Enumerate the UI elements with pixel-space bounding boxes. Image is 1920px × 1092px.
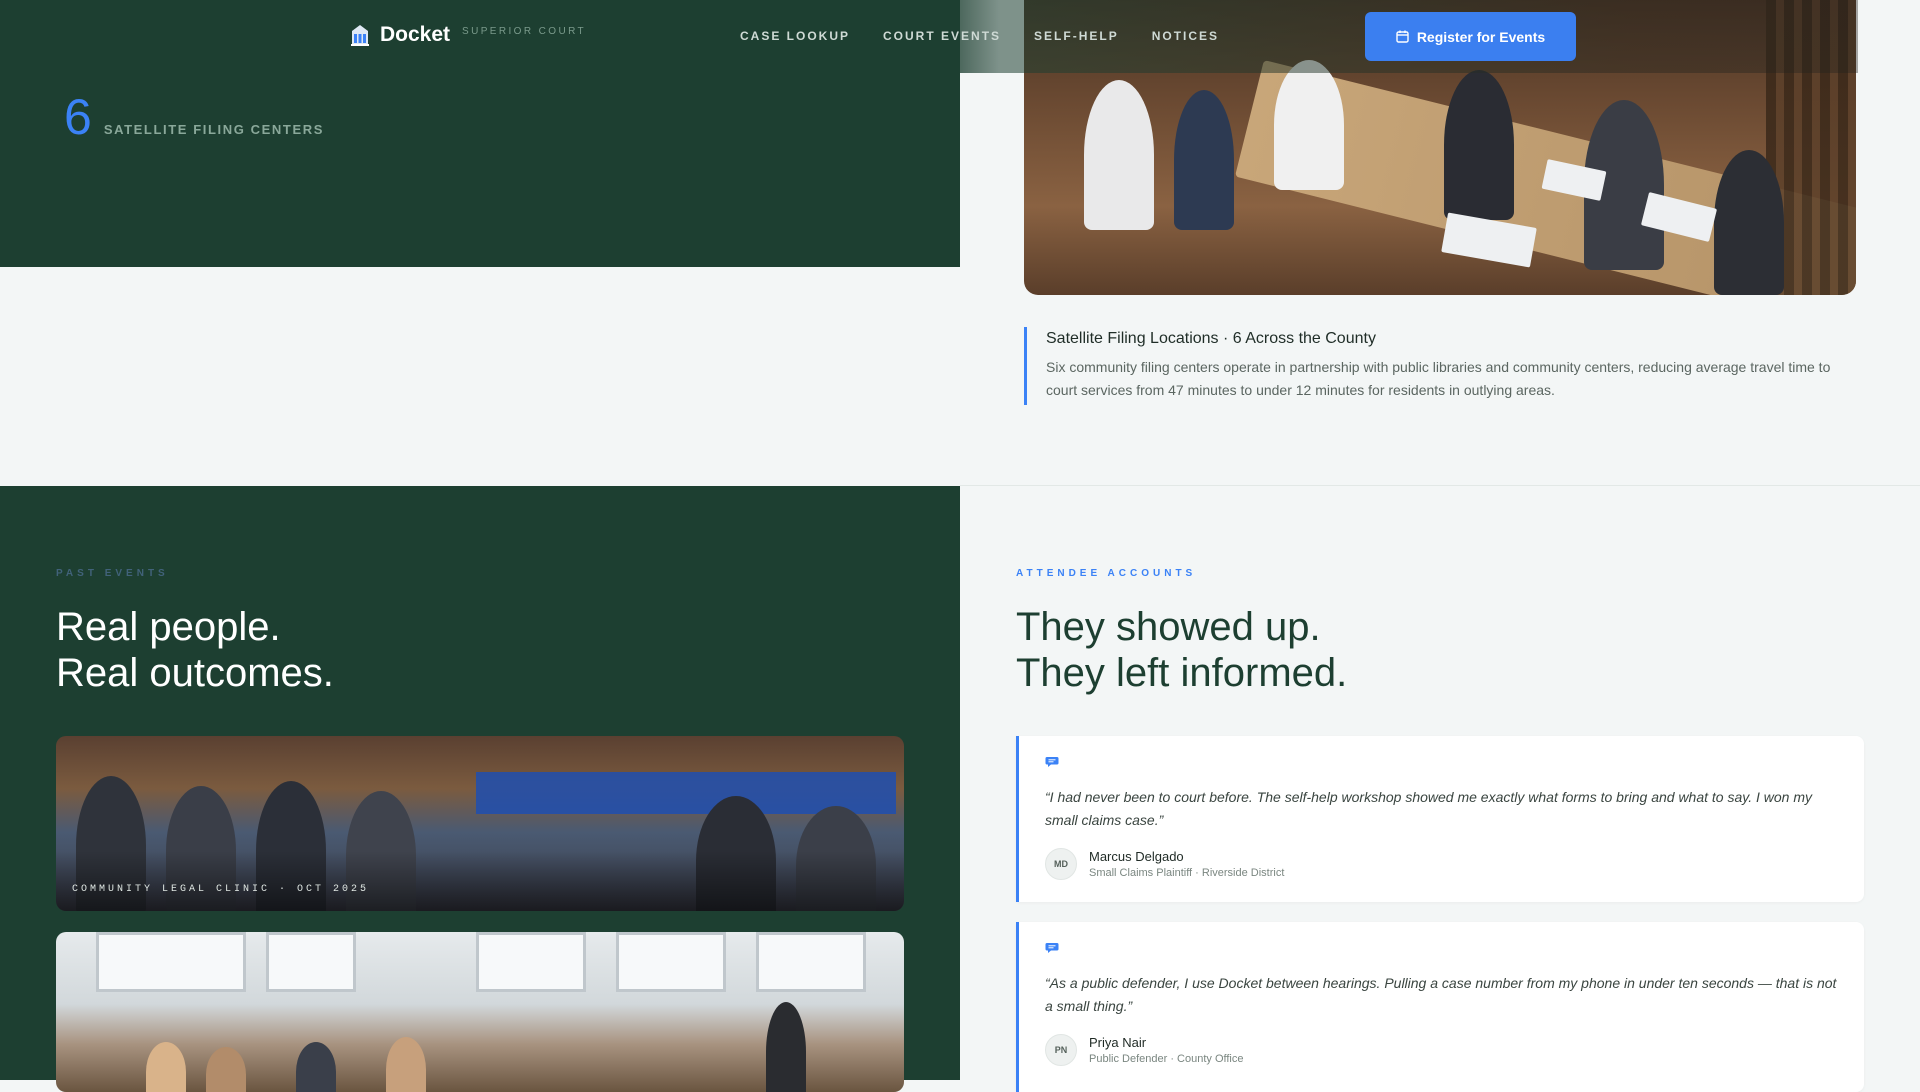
nav-self-help[interactable]: SELF-HELP <box>1034 29 1119 43</box>
past-events-eyebrow: PAST EVENTS <box>56 568 169 579</box>
brand-name: Docket <box>380 23 451 46</box>
author-name: Marcus Delgado <box>1089 849 1184 864</box>
nav-case-lookup[interactable]: CASE LOOKUP <box>740 29 850 43</box>
testimonial-author: PN Priya Nair Public Defender · County O… <box>1045 1034 1243 1066</box>
nav-notices[interactable]: NOTICES <box>1152 29 1219 43</box>
register-events-button[interactable]: Register for Events <box>1365 12 1576 61</box>
caption-title: Satellite Filing Locations · 6 Across th… <box>1046 330 1376 347</box>
avatar: PN <box>1045 1034 1077 1066</box>
stat-number: 6 <box>64 89 92 145</box>
register-label: Register for Events <box>1416 28 1546 45</box>
event-photo-workshop[interactable] <box>56 932 904 1092</box>
testimonial-quote: “I had never been to court before. The s… <box>1045 789 1813 828</box>
testimonial-author: MD Marcus Delgado Small Claims Plaintiff… <box>1045 848 1284 880</box>
attendee-accounts-heading: They showed up. They left informed. <box>1016 605 1348 695</box>
author-role: Small Claims Plaintiff · Riverside Distr… <box>1089 867 1285 879</box>
past-events-heading: Real people. Real outcomes. <box>56 605 334 695</box>
nav-court-events[interactable]: COURT EVENTS <box>883 29 1001 43</box>
courthouse-icon <box>351 25 369 46</box>
event-photo-caption: COMMUNITY LEGAL CLINIC · OCT 2025 <box>72 884 370 895</box>
photo-caption: Satellite Filing Locations · 6 Across th… <box>1024 327 1856 405</box>
stat-label: SATELLITE FILING CENTERS <box>103 122 324 137</box>
top-navbar: Docket SUPERIOR COURT CASE LOOKUP COURT … <box>0 0 1920 73</box>
main-nav: CASE LOOKUP COURT EVENTS SELF-HELP NOTIC… <box>740 29 1219 43</box>
brand-subtitle: SUPERIOR COURT <box>462 25 587 37</box>
testimonial-card: “I had never been to court before. The s… <box>1016 736 1864 902</box>
speech-bubble-icon <box>1045 757 1059 767</box>
section-divider <box>960 485 1920 486</box>
testimonial-card: “As a public defender, I use Docket betw… <box>1016 922 1864 1092</box>
stat-satellite-centers: 6 SATELLITE FILING CENTERS <box>64 92 324 142</box>
testimonial-quote: “As a public defender, I use Docket betw… <box>1045 975 1837 1014</box>
calendar-icon <box>1396 30 1409 43</box>
author-name: Priya Nair <box>1089 1035 1147 1050</box>
author-role: Public Defender · County Office <box>1089 1053 1244 1065</box>
avatar: MD <box>1045 848 1077 880</box>
event-photo-legal-clinic[interactable]: COMMUNITY LEGAL CLINIC · OCT 2025 <box>56 736 904 911</box>
brand-logo[interactable]: Docket SUPERIOR COURT <box>350 23 586 47</box>
caption-body: Six community filing centers operate in … <box>1046 359 1831 398</box>
attendee-accounts-eyebrow: ATTENDEE ACCOUNTS <box>1016 568 1197 579</box>
speech-bubble-icon <box>1045 943 1059 953</box>
